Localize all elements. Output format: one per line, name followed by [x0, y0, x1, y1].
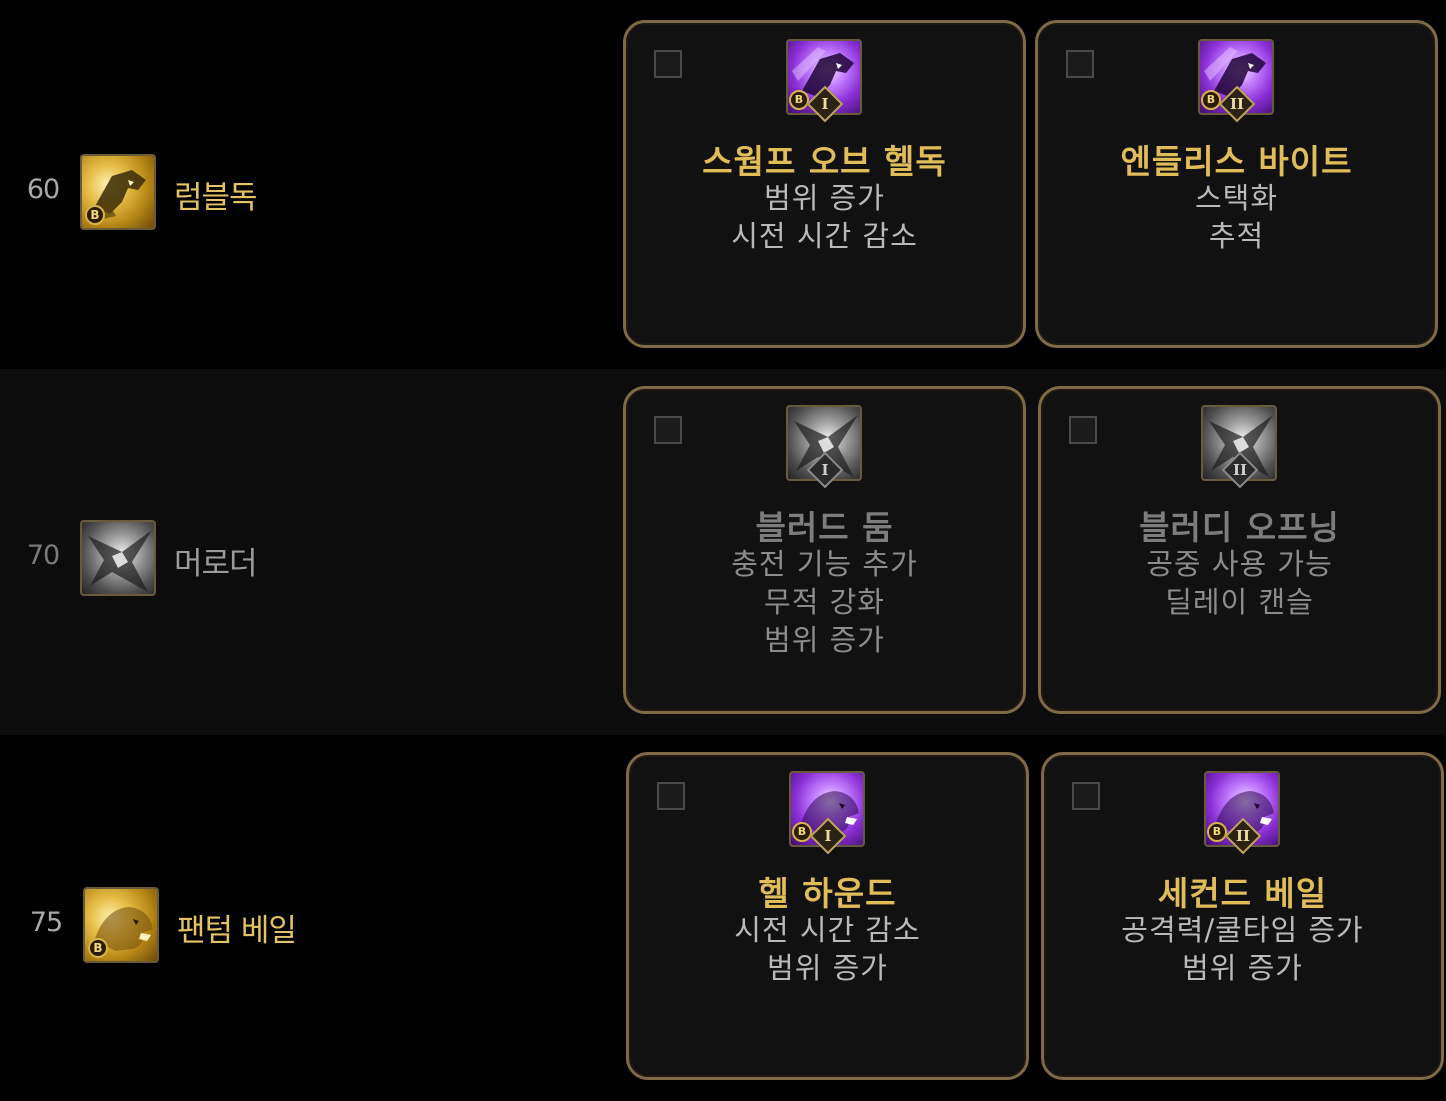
option-effect: 시전 시간 감소 — [734, 913, 921, 947]
skill-row-75: 75 B 팬텀 베일 B I 헬 하운드 시전 시간 감소 범위 증가 B II… — [0, 735, 1446, 1101]
tripod-option-card[interactable]: B I 헬 하운드 시전 시간 감소 범위 증가 — [626, 752, 1029, 1080]
tripod-option-card[interactable]: II 블러디 오프닝 공중 사용 가능 딜레이 캔슬 — [1038, 386, 1441, 714]
option-effect: 딜레이 캔슬 — [1165, 585, 1314, 619]
option-effect: 범위 증가 — [764, 623, 885, 657]
marauder-grey-icon — [80, 520, 156, 596]
beast-gold-icon: B — [83, 887, 159, 963]
option-title: 세컨드 베일 — [1157, 874, 1328, 913]
option-title: 스웜프 오브 헬독 — [702, 142, 947, 181]
option-effect: 범위 증가 — [767, 951, 888, 985]
b-badge: B — [1201, 90, 1221, 110]
option-title: 엔들리스 바이트 — [1120, 142, 1353, 181]
tripod-option-card[interactable]: B II 세컨드 베일 공격력/쿨타임 증가 범위 증가 — [1041, 752, 1444, 1080]
option-checkbox[interactable] — [1066, 50, 1094, 78]
option-effect: 스택화 — [1194, 181, 1279, 215]
option-effect: 추적 — [1208, 219, 1265, 253]
level-label: 75 — [29, 907, 63, 938]
level-label: 70 — [26, 540, 60, 571]
option-effect: 공격력/쿨타임 증가 — [1121, 913, 1364, 947]
option-effect: 범위 증가 — [1182, 951, 1303, 985]
skill-row-60: 60 B 럼블독 B I 스웜프 오브 헬독 범위 증가 시전 시간 감소 B … — [0, 0, 1446, 366]
tripod-option-card[interactable]: B II 엔들리스 바이트 스택화 추적 — [1035, 20, 1438, 348]
option-checkbox[interactable] — [657, 782, 685, 810]
skill-row-70: 70 머로더 I 블러드 둠 충전 기능 추가 무적 강화 범위 증가 II 블… — [0, 369, 1446, 735]
option-effect: 무적 강화 — [764, 585, 885, 619]
b-badge: B — [85, 205, 105, 225]
option-title: 블러드 둠 — [755, 508, 894, 547]
base-skill-name: 팬텀 베일 — [177, 913, 297, 949]
base-skill-name: 머로더 — [174, 546, 258, 582]
option-title: 블러디 오프닝 — [1139, 508, 1340, 547]
option-title: 헬 하운드 — [758, 874, 897, 913]
option-checkbox[interactable] — [654, 50, 682, 78]
option-effect: 시전 시간 감소 — [731, 219, 918, 253]
tripod-option-card[interactable]: B I 스웜프 오브 헬독 범위 증가 시전 시간 감소 — [623, 20, 1026, 348]
b-badge: B — [792, 822, 812, 842]
option-effect: 범위 증가 — [764, 181, 885, 215]
option-checkbox[interactable] — [1069, 416, 1097, 444]
option-checkbox[interactable] — [1072, 782, 1100, 810]
tripod-option-card[interactable]: I 블러드 둠 충전 기능 추가 무적 강화 범위 증가 — [623, 386, 1026, 714]
b-badge: B — [1207, 822, 1227, 842]
b-badge: B — [88, 938, 108, 958]
option-checkbox[interactable] — [654, 416, 682, 444]
hound-gold-icon: B — [80, 154, 156, 230]
b-badge: B — [789, 90, 809, 110]
option-effect: 충전 기능 추가 — [731, 547, 918, 581]
base-skill-name: 럼블독 — [174, 180, 258, 216]
option-effect: 공중 사용 가능 — [1146, 547, 1333, 581]
level-label: 60 — [26, 174, 60, 205]
